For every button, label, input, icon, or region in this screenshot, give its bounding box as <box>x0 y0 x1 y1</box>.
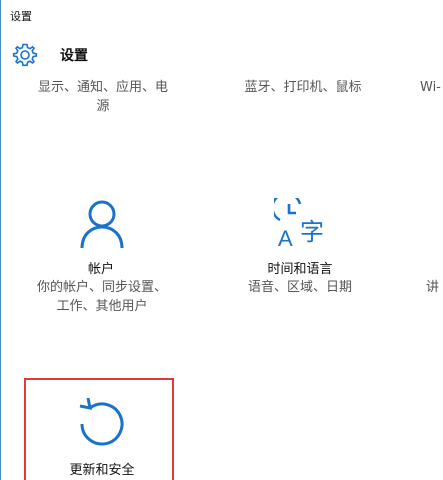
tile-system-desc-2: 源 <box>96 99 110 114</box>
tile-accounts-desc-1: 你的帐户、同步设置、 <box>36 280 167 295</box>
tile-update-security-title[interactable]: 更新和安全 <box>54 459 150 478</box>
tile-accounts-desc: 你的帐户、同步设置、 工作、其他用户 <box>18 278 186 316</box>
settings-header: 设置 <box>12 42 88 68</box>
tile-accounts-desc-2: 工作、其他用户 <box>56 299 148 314</box>
tile-network[interactable]: Wi- <box>420 78 443 97</box>
tile-time-language-title[interactable]: 时间和语言 <box>240 258 360 277</box>
time-language-icon: A 字 <box>274 198 324 250</box>
tile-devices-desc-1: 蓝牙、打印机、鼠标 <box>244 80 362 95</box>
tile-time-language-desc-1: 语音、区域、日期 <box>247 280 352 295</box>
tile-speech-desc-1: 讲 <box>426 280 440 295</box>
tile-system[interactable]: 显示、通知、应用、电 源 <box>18 78 188 116</box>
window-title: 设置 <box>10 10 32 23</box>
time-language-glyph-char: 字 <box>300 218 324 246</box>
person-icon <box>80 200 124 249</box>
window-border <box>0 0 1 480</box>
tile-time-language-desc: 语音、区域、日期 <box>220 278 380 297</box>
tile-speech-desc[interactable]: 讲 <box>426 278 443 297</box>
tile-network-desc-1: Wi- <box>420 80 441 95</box>
gear-icon <box>12 43 38 67</box>
update-sync-icon <box>79 398 124 446</box>
page-title: 设置 <box>60 48 88 64</box>
tile-system-desc-1: 显示、通知、应用、电 <box>37 80 168 95</box>
tile-accounts-title[interactable]: 帐户 <box>58 258 144 277</box>
time-language-glyph-letter: A <box>278 226 293 250</box>
settings-window: 设置 设置 显示、通知、应用、电 源 蓝牙、打印机、鼠标 Wi- 帐户 你的帐户… <box>0 0 443 480</box>
tile-devices[interactable]: 蓝牙、打印机、鼠标 <box>218 78 388 97</box>
